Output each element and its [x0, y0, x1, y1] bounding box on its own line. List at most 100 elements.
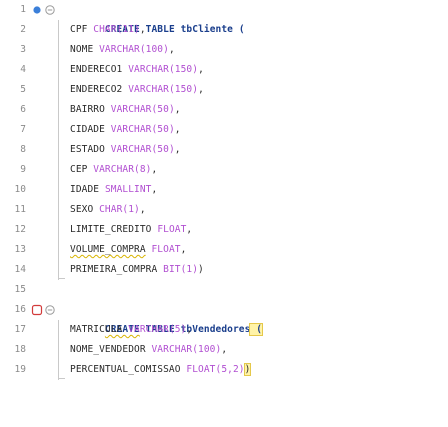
code-text: IDADE SMALLINT,	[70, 180, 444, 200]
column-name: PERCENTUAL_COMISSAO	[70, 364, 181, 375]
punctuation: ,	[174, 124, 181, 135]
code-line[interactable]: 8 ESTADO VARCHAR(50),	[0, 140, 448, 160]
code-text: ENDERECO1 VARCHAR(150),	[70, 60, 444, 80]
code-text: LIMITE_CREDITO FLOAT,	[70, 220, 444, 240]
code-line[interactable]: 18 NOME_VENDEDOR VARCHAR(100),	[0, 340, 448, 360]
line-number: 1	[20, 4, 26, 15]
code-line[interactable]: 3 NOME VARCHAR(100),	[0, 40, 448, 60]
line-number: 4	[20, 64, 26, 75]
column-type: VARCHAR(5)	[128, 324, 187, 335]
code-line[interactable]: 7 CIDADE VARCHAR(50),	[0, 120, 448, 140]
code-text: NOME VARCHAR(100),	[70, 40, 444, 60]
punctuation: ,	[139, 204, 146, 215]
punctuation: ,	[151, 164, 158, 175]
column-name: ENDERECO1	[70, 64, 123, 75]
line-number: 2	[20, 24, 26, 35]
sql-editor[interactable]: 1 CREATE TABLE tbCliente ( 2 CPF CHAR(11…	[0, 0, 448, 427]
punctuation: ,	[186, 224, 193, 235]
code-line[interactable]: 5 ENDERECO2 VARCHAR(150),	[0, 80, 448, 100]
punctuation: ,	[180, 244, 187, 255]
code-line[interactable]: 13 VOLUME_COMPRA FLOAT,	[0, 240, 448, 260]
code-text: MATRICULA VARCHAR(5),	[70, 320, 444, 340]
column-name: LIMITE_CREDITO	[70, 224, 152, 235]
code-text: CPF CHAR(11),	[70, 20, 444, 40]
code-line[interactable]: 6 BAIRRO VARCHAR(50),	[0, 100, 448, 120]
column-type: CHAR(11)	[93, 24, 140, 35]
code-text: SEXO CHAR(1),	[70, 200, 444, 220]
code-text: ESTADO VARCHAR(50),	[70, 140, 444, 160]
column-name: ESTADO	[70, 144, 105, 155]
line-number: 10	[14, 184, 26, 195]
gutter-icons	[28, 303, 68, 317]
code-text: CEP VARCHAR(8),	[70, 160, 444, 180]
code-line[interactable]: 1 CREATE TABLE tbCliente (	[0, 0, 448, 35]
line-number: 17	[14, 324, 26, 335]
code-text: BAIRRO VARCHAR(50),	[70, 100, 444, 120]
code-line[interactable]: 2 CPF CHAR(11),	[0, 20, 448, 40]
breakpoint-icon	[33, 6, 41, 14]
line-number: 14	[14, 264, 26, 275]
column-type: VARCHAR(100)	[99, 44, 169, 55]
punctuation: ,	[168, 44, 175, 55]
column-type: SMALLINT	[104, 184, 152, 195]
column-type: VARCHAR(50)	[110, 144, 175, 155]
column-type: VARCHAR(100)	[151, 344, 222, 355]
code-line[interactable]: 15	[0, 280, 448, 300]
code-text: CIDADE VARCHAR(50),	[70, 120, 444, 140]
punctuation: ,	[174, 144, 181, 155]
column-type: VARCHAR(150)	[128, 84, 199, 95]
column-type: FLOAT(5,2)	[186, 364, 245, 375]
code-line[interactable]: 9 CEP VARCHAR(8),	[0, 160, 448, 180]
column-type: FLOAT	[151, 244, 181, 255]
column-name: IDADE	[70, 184, 100, 195]
line-number: 9	[20, 164, 26, 175]
code-line[interactable]: 17 MATRICULA VARCHAR(5),	[0, 320, 448, 340]
line-number: 19	[14, 364, 26, 375]
line-number: 12	[14, 224, 26, 235]
breakpoint-and-fold-icons[interactable]	[28, 3, 68, 17]
column-name: CEP	[70, 164, 88, 175]
punctuation: )	[198, 264, 204, 275]
code-line[interactable]: 10 IDADE SMALLINT,	[0, 180, 448, 200]
punctuation: ,	[186, 324, 193, 335]
code-line[interactable]: 19 PERCENTUAL_COMISSAO FLOAT(5,2))	[0, 360, 448, 380]
code-text: VOLUME_COMPRA FLOAT,	[70, 240, 444, 260]
column-name: PRIMEIRA_COMPRA	[70, 264, 158, 275]
column-type: FLOAT	[157, 224, 187, 235]
code-line[interactable]: 12 LIMITE_CREDITO FLOAT,	[0, 220, 448, 240]
code-text: PERCENTUAL_COMISSAO FLOAT(5,2))	[70, 360, 444, 380]
line-number: 3	[20, 44, 26, 55]
column-name: NOME	[70, 44, 94, 55]
column-name: CIDADE	[70, 124, 105, 135]
column-name: BAIRRO	[70, 104, 105, 115]
column-type: BIT(1)	[163, 264, 199, 275]
line-number: 6	[20, 104, 26, 115]
line-number: 15	[14, 284, 26, 295]
column-name: VOLUME_COMPRA	[70, 244, 146, 255]
code-line[interactable]: 4 ENDERECO1 VARCHAR(150),	[0, 60, 448, 80]
code-line[interactable]: 14 PRIMEIRA_COMPRA BIT(1))	[0, 260, 448, 280]
line-number: 18	[14, 344, 26, 355]
line-number: 7	[20, 124, 26, 135]
column-type: VARCHAR(50)	[110, 104, 175, 115]
column-type: VARCHAR(50)	[110, 124, 175, 135]
code-text: ENDERECO2 VARCHAR(150),	[70, 80, 444, 100]
matched-bracket-cursor: )	[243, 363, 252, 376]
code-line[interactable]: 16 CREATE TABLE tbVendedores (	[0, 300, 448, 336]
punctuation: ,	[151, 184, 158, 195]
column-type: VARCHAR(150)	[128, 64, 199, 75]
punctuation: ,	[139, 24, 146, 35]
column-type: VARCHAR(8)	[93, 164, 152, 175]
column-name: CPF	[70, 24, 88, 35]
punctuation: ,	[221, 344, 228, 355]
error-marker-icon	[31, 304, 43, 316]
line-number: 11	[14, 204, 26, 215]
line-number: 8	[20, 144, 26, 155]
gutter-icons	[28, 3, 68, 17]
column-name: SEXO	[70, 204, 94, 215]
column-name: MATRICULA	[70, 324, 123, 335]
code-line[interactable]: 11 SEXO CHAR(1),	[0, 200, 448, 220]
line-number: 16	[14, 304, 26, 315]
breakpoint-and-fold-icons[interactable]	[28, 303, 68, 317]
line-number: 13	[14, 244, 26, 255]
